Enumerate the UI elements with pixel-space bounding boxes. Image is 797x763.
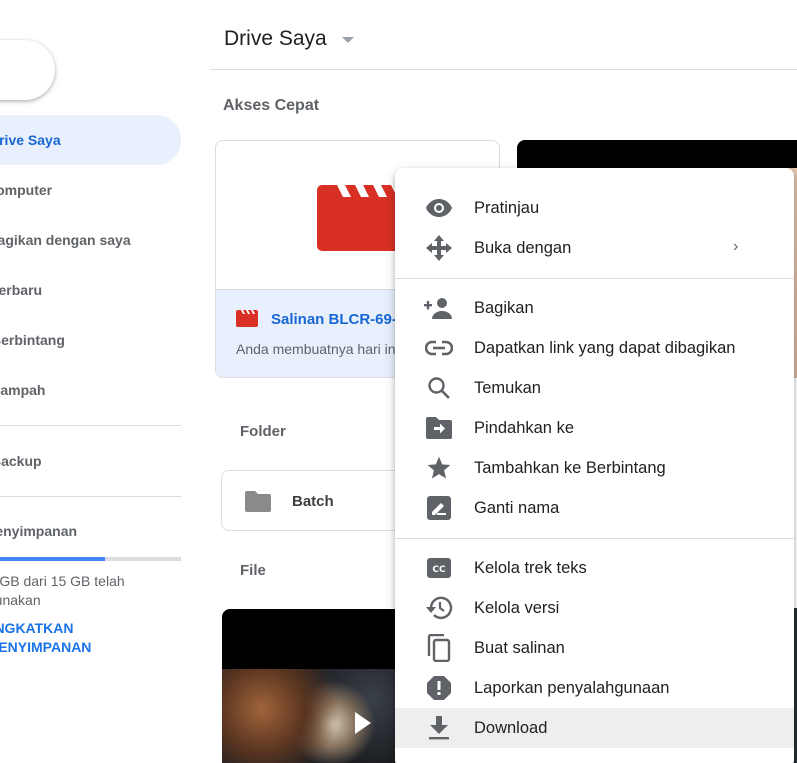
menu-item-closed-caption[interactable]: CC Kelola trek teks (395, 548, 794, 588)
sidebar-divider (0, 496, 181, 497)
menu-item-eye[interactable]: Pratinjau (395, 188, 794, 228)
menu-item-label: Bagikan (474, 298, 534, 317)
upgrade-line-1: TINGKATKAN (0, 620, 74, 636)
sidebar: Baru Drive Saya Komputer Dibagikan denga… (0, 0, 200, 763)
video-clapper-icon (317, 185, 407, 251)
play-icon (355, 712, 371, 734)
upgrade-storage-link[interactable]: TINGKATKAN PENYIMPANAN (0, 619, 91, 657)
storage-usage-text: 8,4 GB dari 15 GB telah digunakan (0, 573, 125, 608)
sidebar-item-label: Drive Saya (0, 132, 61, 148)
sidebar-item-recent[interactable]: Terbaru (0, 265, 181, 315)
rename-icon (424, 496, 454, 520)
sidebar-item-my-drive[interactable]: Drive Saya (0, 115, 181, 165)
folder-icon (245, 491, 271, 512)
menu-item-history[interactable]: Kelola versi (395, 588, 794, 628)
open-with-icon (424, 235, 454, 261)
history-icon (424, 596, 454, 620)
file-name[interactable]: Salinan BLCR-69- (271, 311, 397, 328)
folders-section-title: Folder (240, 423, 286, 440)
link-icon (424, 336, 454, 360)
sidebar-item-label: Dibagikan dengan saya (0, 232, 131, 248)
sidebar-item-label: Berbintang (0, 332, 65, 348)
file-meta: Anda membuatnya hari ini (236, 341, 399, 357)
menu-item-link[interactable]: Dapatkan link yang dapat dibagikan (395, 328, 794, 368)
context-menu: Pratinjau Buka dengan › Bagikan Dapatkan lin… (395, 168, 794, 763)
folder-name: Batch (292, 493, 334, 510)
page-header: Drive Saya (210, 0, 797, 70)
menu-item-label: Buat salinan (474, 638, 565, 657)
menu-divider (395, 278, 794, 279)
storage-progress-bar (0, 557, 181, 561)
menu-item-label: Pratinjau (474, 198, 540, 217)
eye-icon (424, 196, 454, 220)
storage-progress-fill (0, 557, 105, 561)
copy-icon (424, 634, 454, 662)
svg-text:CC: CC (432, 565, 446, 575)
menu-item-search[interactable]: Temukan (395, 368, 794, 408)
menu-item-label: Ganti nama (474, 498, 560, 517)
files-section-title: File (240, 562, 266, 579)
report-icon (424, 676, 454, 700)
sidebar-item-starred[interactable]: Berbintang (0, 315, 181, 365)
sidebar-item-label: Komputer (0, 182, 53, 198)
menu-item-download[interactable]: Download (395, 708, 794, 748)
menu-item-label: Dapatkan link yang dapat dibagikan (474, 338, 736, 357)
person-add-icon (424, 296, 454, 320)
sidebar-item-backup[interactable]: Backup (0, 436, 181, 486)
new-button[interactable]: Baru (0, 40, 55, 100)
menu-divider (395, 538, 794, 539)
page-title[interactable]: Drive Saya (224, 27, 327, 51)
video-file-icon (236, 310, 258, 327)
sidebar-item-label: Terbaru (0, 282, 43, 298)
caret-down-icon[interactable] (342, 37, 354, 43)
menu-item-label: Buka dengan (474, 238, 572, 257)
upgrade-line-2: PENYIMPANAN (0, 639, 92, 655)
menu-item-label: Temukan (474, 378, 541, 397)
menu-item-label: Tambahkan ke Berbintang (474, 458, 666, 477)
download-icon (424, 716, 454, 740)
video-thumbnail (222, 669, 422, 763)
storage-label: Penyimpanan (0, 523, 78, 539)
sidebar-item-label: Backup (0, 453, 42, 469)
menu-item-report[interactable]: Laporkan penyalahgunaan (395, 668, 794, 708)
sidebar-divider (0, 425, 181, 426)
move-to-folder-icon (424, 416, 454, 440)
star-icon (424, 456, 454, 480)
menu-item-rename[interactable]: Ganti nama (395, 488, 794, 528)
menu-item-label: Kelola trek teks (474, 558, 587, 577)
quick-access-title: Akses Cepat (223, 97, 320, 114)
chevron-right-icon: › (733, 238, 739, 255)
closed-caption-icon: CC (424, 556, 454, 580)
menu-item-move-to-folder[interactable]: Pindahkan ke (395, 408, 794, 448)
sidebar-item-trash[interactable]: Sampah (0, 365, 181, 415)
sidebar-item-shared-with-me[interactable]: Dibagikan dengan saya (0, 215, 181, 265)
file-item[interactable] (222, 609, 422, 763)
menu-item-person-add[interactable]: Bagikan (395, 288, 794, 328)
sidebar-item-label: Sampah (0, 382, 46, 398)
sidebar-item-computers[interactable]: Komputer (0, 165, 181, 215)
search-icon (424, 376, 454, 400)
menu-item-label: Pindahkan ke (474, 418, 574, 437)
menu-item-star[interactable]: Tambahkan ke Berbintang (395, 448, 794, 488)
menu-item-copy[interactable]: Buat salinan (395, 628, 794, 668)
menu-item-label: Download (474, 718, 548, 737)
menu-item-label: Laporkan penyalahgunaan (474, 678, 670, 697)
folder-item[interactable]: Batch (221, 470, 421, 531)
menu-item-open-with[interactable]: Buka dengan › (395, 228, 794, 268)
menu-item-label: Kelola versi (474, 598, 560, 617)
